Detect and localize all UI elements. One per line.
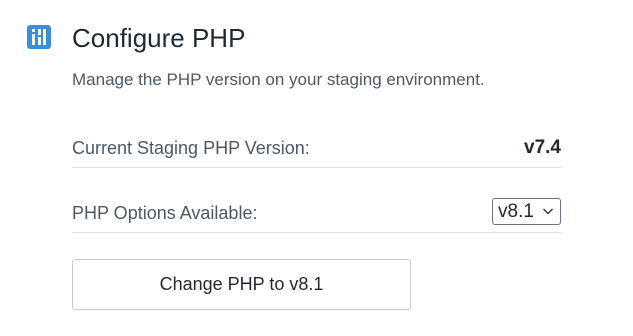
- php-version-selected: v8.1: [498, 201, 534, 222]
- current-version-value: v7.4: [524, 137, 561, 158]
- chevron-down-icon: [542, 207, 554, 216]
- page-description: Manage the PHP version on your staging e…: [72, 70, 485, 89]
- page-title: Configure PHP: [72, 23, 246, 53]
- php-options-label: PHP Options Available:: [72, 203, 258, 223]
- php-config-icon: [27, 25, 51, 49]
- current-version-label: Current Staging PHP Version:: [72, 138, 310, 158]
- php-version-select[interactable]: v8.1: [492, 198, 561, 225]
- php-options-row: PHP Options Available: v8.1: [72, 196, 561, 233]
- current-version-row: Current Staging PHP Version: v7.4: [72, 134, 561, 168]
- change-php-button[interactable]: Change PHP to v8.1: [72, 259, 411, 310]
